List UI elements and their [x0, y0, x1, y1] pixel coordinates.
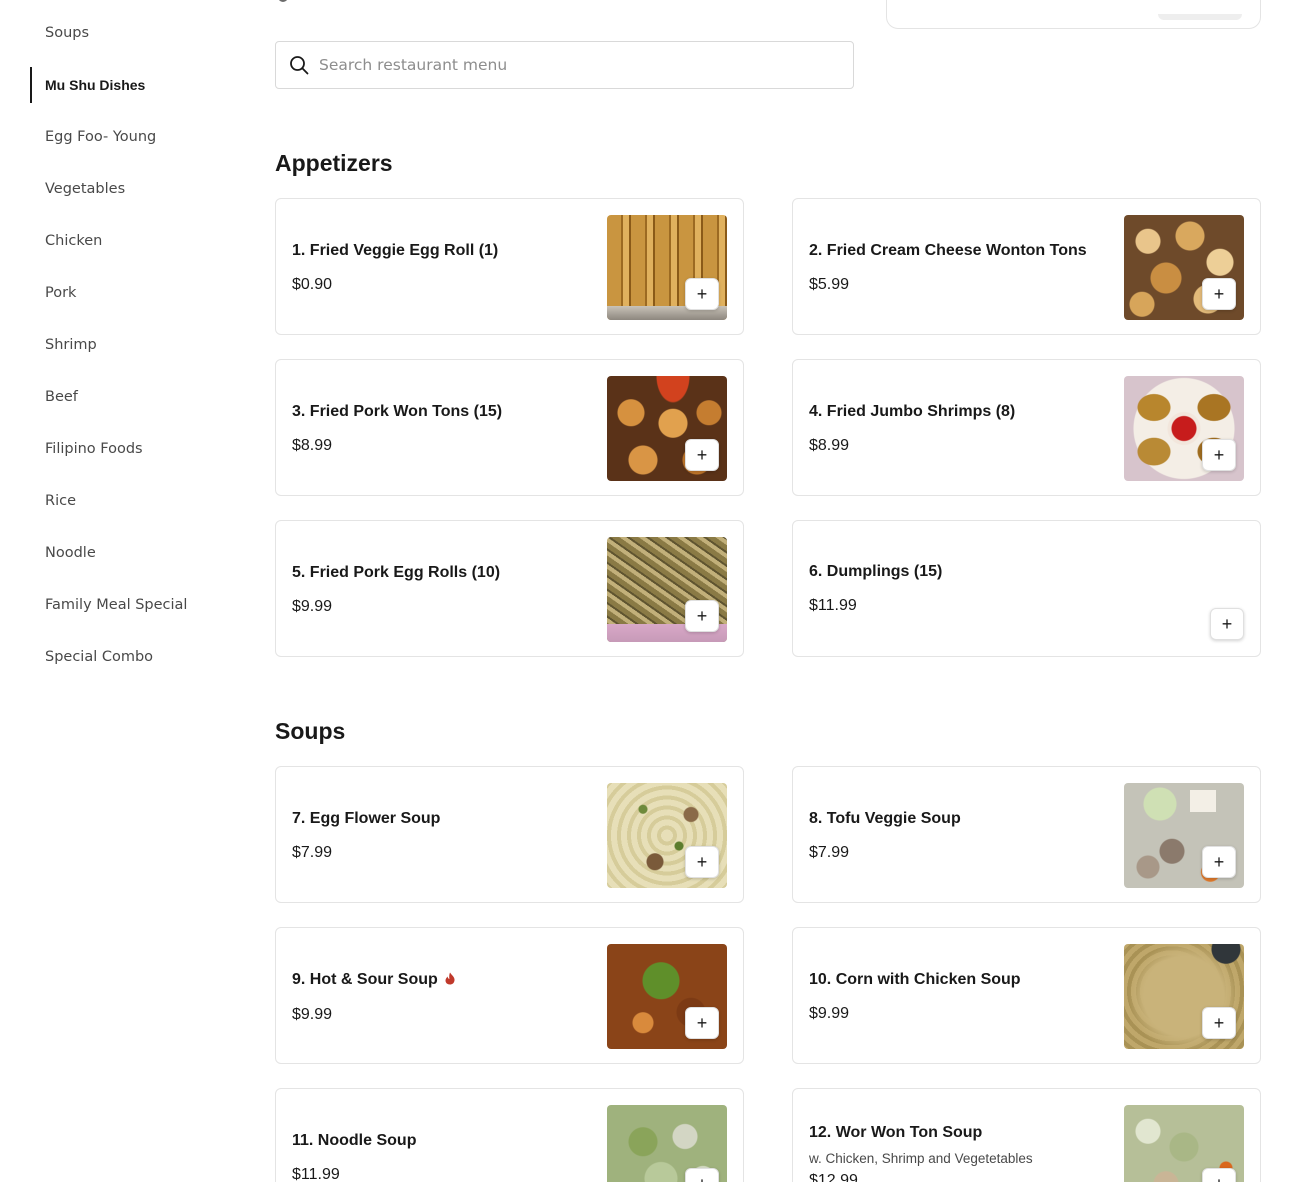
- plus-icon: +: [1213, 444, 1225, 465]
- sidebar-item-shrimp[interactable]: Shrimp: [30, 327, 230, 363]
- sidebar-item-pork[interactable]: Pork: [30, 275, 230, 311]
- menu-item-card[interactable]: 1. Fried Veggie Egg Roll (1) $0.90 +: [275, 198, 744, 335]
- add-item-button[interactable]: +: [685, 846, 719, 878]
- sidebar-item-beef[interactable]: Beef: [30, 379, 230, 415]
- item-description: w. Chicken, Shrimp and Vegetetables: [809, 1151, 1033, 1166]
- plus-icon: +: [696, 1012, 708, 1033]
- item-price: $0.90: [292, 276, 333, 293]
- sidebar-item-special-combo[interactable]: Special Combo: [30, 639, 230, 675]
- menu-item-card[interactable]: 7. Egg Flower Soup $7.99 +: [275, 766, 744, 903]
- sidebar-item-rice[interactable]: Rice: [30, 483, 230, 519]
- sidebar-item-chicken[interactable]: Chicken: [30, 223, 230, 259]
- sidebar-item-noodle[interactable]: Noodle: [30, 535, 230, 571]
- sidebar-item-filipino-foods[interactable]: Filipino Foods: [30, 431, 230, 467]
- item-name-row: 9. Hot & Sour Soup: [292, 971, 456, 989]
- menu-item-card[interactable]: 9. Hot & Sour Soup $9.99 +: [275, 927, 744, 1064]
- item-name: 8. Tofu Veggie Soup: [809, 810, 961, 827]
- plus-icon: +: [696, 444, 708, 465]
- add-item-button[interactable]: +: [1202, 1168, 1236, 1182]
- add-item-button[interactable]: +: [1210, 608, 1244, 640]
- add-item-button[interactable]: +: [1202, 278, 1236, 310]
- sidebar-item-vegetables[interactable]: Vegetables: [30, 171, 230, 207]
- menu-item-card[interactable]: 3. Fried Pork Won Tons (15) $8.99 +: [275, 359, 744, 496]
- menu-item-card[interactable]: 11. Noodle Soup $11.99 +: [275, 1088, 744, 1182]
- item-price: $8.99: [292, 437, 333, 454]
- item-price: $9.99: [292, 598, 333, 615]
- plus-icon: +: [1214, 1174, 1225, 1182]
- plus-icon: +: [1213, 851, 1225, 872]
- menu-category-sidebar: Soups Mu Shu Dishes Egg Foo- Young Veget…: [0, 0, 240, 1182]
- add-item-button[interactable]: +: [1202, 846, 1236, 878]
- add-item-button[interactable]: +: [685, 439, 719, 471]
- search-input[interactable]: [319, 56, 819, 74]
- item-price: $12.99: [809, 1172, 858, 1182]
- item-name: 1. Fried Veggie Egg Roll (1): [292, 242, 499, 259]
- sidebar-item-soups[interactable]: Soups: [30, 15, 230, 51]
- item-name: 12. Wor Won Ton Soup: [809, 1124, 983, 1141]
- item-name: 5. Fried Pork Egg Rolls (10): [292, 564, 501, 581]
- search-icon: [290, 56, 309, 75]
- item-price: $11.99: [809, 597, 857, 614]
- sidebar-item-egg-foo-young[interactable]: Egg Foo- Young: [30, 119, 230, 155]
- menu-item-card[interactable]: 12. Wor Won Ton Soup w. Chicken, Shrimp …: [792, 1088, 1261, 1182]
- item-name: 11. Noodle Soup: [292, 1132, 417, 1149]
- item-name: 9. Hot & Sour Soup: [292, 971, 438, 988]
- plus-icon: +: [696, 851, 708, 872]
- add-item-button[interactable]: +: [1202, 439, 1236, 471]
- restaurant-phone-link[interactable]: [278, 0, 288, 4]
- plus-icon: +: [1213, 283, 1225, 304]
- item-name: 3. Fried Pork Won Tons (15): [292, 403, 503, 420]
- add-item-button[interactable]: +: [685, 600, 719, 632]
- menu-item-card[interactable]: 5. Fried Pork Egg Rolls (10) $9.99 +: [275, 520, 744, 657]
- item-price: $5.99: [809, 276, 850, 293]
- menu-item-card[interactable]: 10. Corn with Chicken Soup $9.99 +: [792, 927, 1261, 1064]
- location-pin-icon: [278, 0, 288, 2]
- menu-item-card[interactable]: 2. Fried Cream Cheese Wonton Tons $5.99 …: [792, 198, 1261, 335]
- plus-icon: +: [1221, 613, 1233, 634]
- menu-item-card[interactable]: 8. Tofu Veggie Soup $7.99 +: [792, 766, 1261, 903]
- plus-icon: +: [696, 605, 708, 626]
- add-item-button[interactable]: +: [685, 278, 719, 310]
- item-name: 2. Fried Cream Cheese Wonton Tons: [809, 242, 1087, 259]
- chili-pepper-icon: [445, 972, 455, 985]
- section-title-appetizers: Appetizers: [275, 150, 393, 176]
- item-price: $8.99: [809, 437, 850, 454]
- item-name: 7. Egg Flower Soup: [292, 810, 441, 827]
- menu-search-bar[interactable]: [275, 41, 854, 89]
- item-price: $7.99: [292, 844, 333, 861]
- add-item-button[interactable]: +: [1202, 1007, 1236, 1039]
- restaurant-info-card: [886, 0, 1261, 29]
- sidebar-item-mu-shu-dishes[interactable]: Mu Shu Dishes: [30, 67, 230, 103]
- item-price: $9.99: [809, 1005, 850, 1022]
- plus-icon: +: [1213, 1012, 1225, 1033]
- item-name: 4. Fried Jumbo Shrimps (8): [809, 403, 1016, 420]
- info-card-button[interactable]: [1158, 14, 1242, 20]
- plus-icon: +: [696, 283, 708, 304]
- menu-item-card[interactable]: 6. Dumplings (15) $11.99 +: [792, 520, 1261, 657]
- menu-item-card[interactable]: 4. Fried Jumbo Shrimps (8) $8.99 +: [792, 359, 1261, 496]
- section-title-soups: Soups: [275, 718, 346, 744]
- item-price: $11.99: [292, 1166, 340, 1182]
- item-price: $9.99: [292, 1006, 333, 1023]
- add-item-button[interactable]: +: [685, 1007, 719, 1039]
- plus-icon: +: [697, 1174, 708, 1182]
- item-price: $7.99: [809, 844, 850, 861]
- item-name: 10. Corn with Chicken Soup: [809, 971, 1021, 988]
- item-name: 6. Dumplings (15): [809, 563, 943, 580]
- add-item-button[interactable]: +: [685, 1168, 719, 1182]
- sidebar-item-family-meal-special[interactable]: Family Meal Special: [30, 587, 230, 623]
